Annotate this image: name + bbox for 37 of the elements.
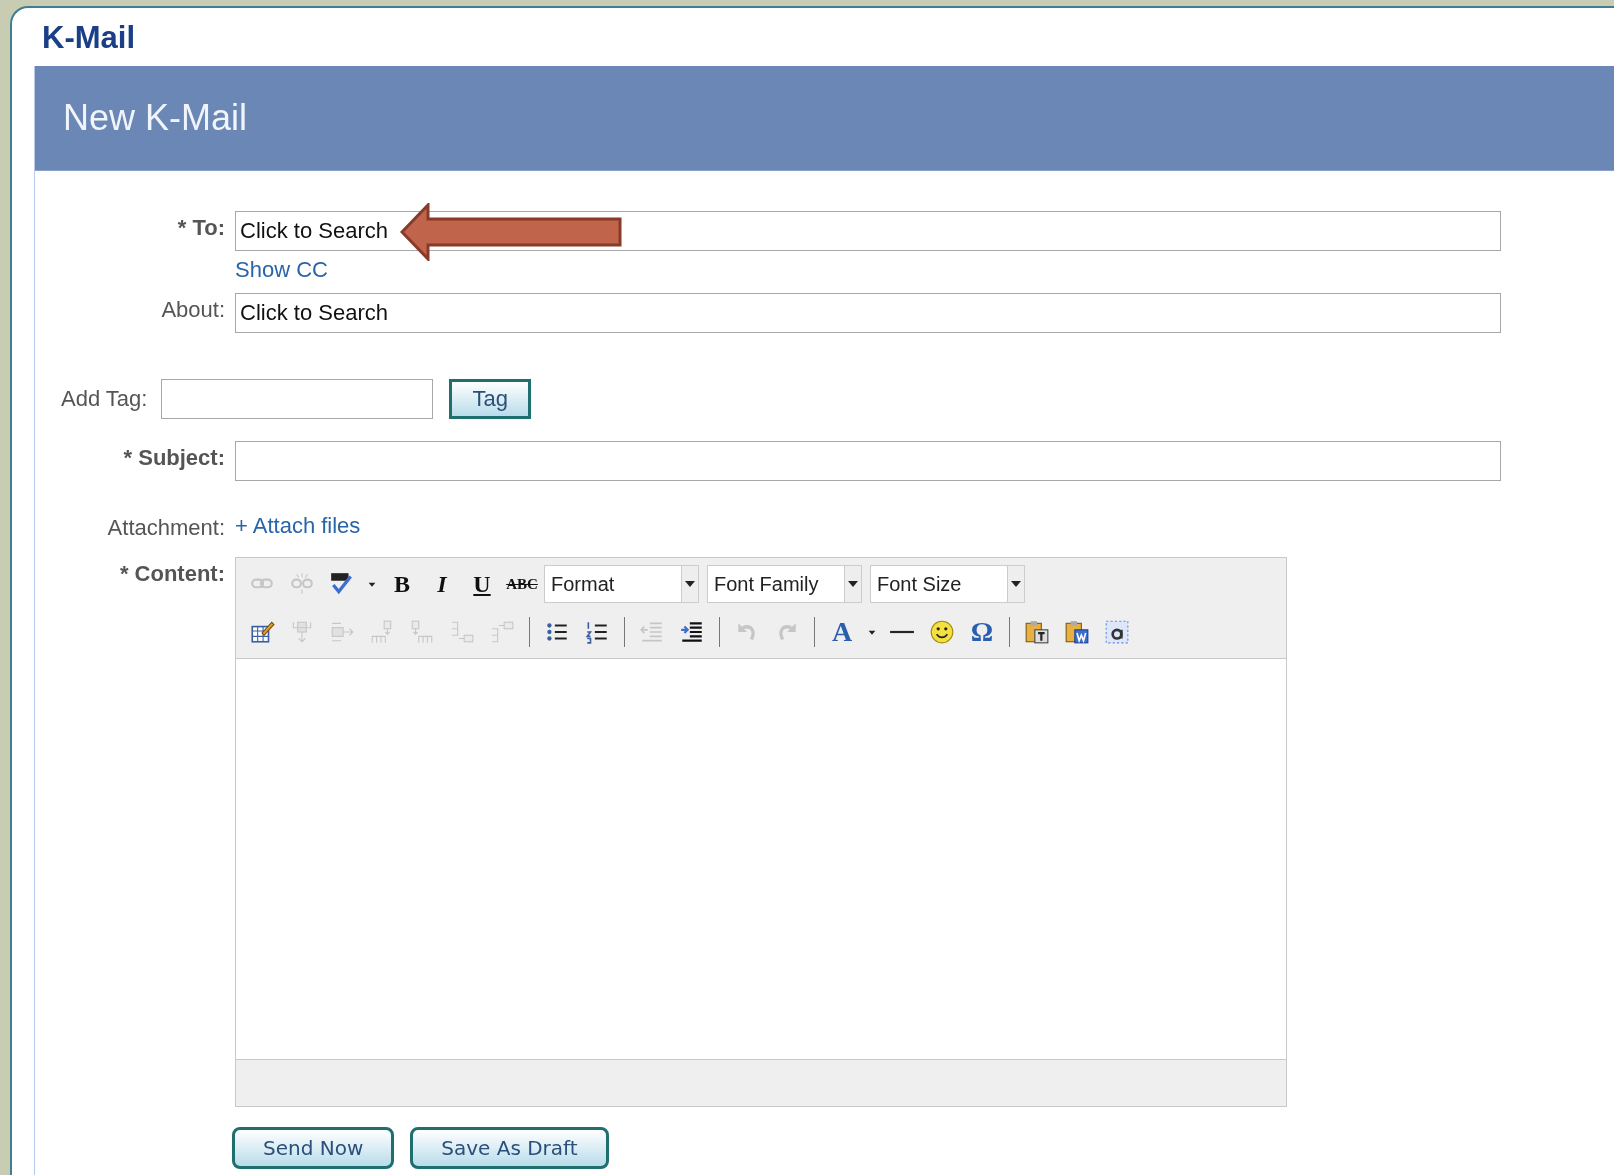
paste-text-icon[interactable] bbox=[1024, 619, 1050, 645]
about-field[interactable]: Click to Search bbox=[235, 293, 1501, 333]
caret-icon[interactable] bbox=[848, 580, 858, 588]
strikethrough-button[interactable]: ABC bbox=[504, 566, 540, 602]
app-title: K-Mail bbox=[41, 19, 136, 57]
numbered-list-icon[interactable] bbox=[584, 619, 610, 645]
rich-text-editor[interactable]: B I U ABC Format Font Family Font Size A Ω bbox=[235, 557, 1287, 1107]
field-label: Add Tag: bbox=[61, 386, 148, 412]
dropdown[interactable]: Font Family bbox=[707, 565, 862, 603]
field-label: * Subject: bbox=[122, 444, 226, 471]
paste-word-icon[interactable] bbox=[1064, 619, 1090, 645]
bold-button[interactable]: B bbox=[384, 566, 420, 602]
field-label: About: bbox=[160, 296, 226, 323]
select-all-icon[interactable] bbox=[1104, 619, 1130, 645]
italic-button[interactable]: I bbox=[424, 566, 460, 602]
field-label: * Content: bbox=[118, 560, 226, 587]
field-label: Attachment: bbox=[106, 514, 226, 541]
dropdown[interactable]: Font Size bbox=[870, 565, 1025, 603]
tag-button[interactable]: Tag bbox=[449, 379, 531, 419]
form-button[interactable]: Save As Draft bbox=[410, 1127, 609, 1169]
indent-icon[interactable] bbox=[679, 619, 705, 645]
underline-button[interactable]: U bbox=[464, 566, 500, 602]
special-character-button[interactable]: Ω bbox=[964, 614, 1000, 650]
subject-field[interactable] bbox=[235, 441, 1501, 481]
form-button[interactable]: Send Now bbox=[232, 1127, 395, 1169]
table-edit-icon[interactable] bbox=[249, 619, 275, 645]
tag-field[interactable] bbox=[161, 379, 434, 419]
caret-icon[interactable] bbox=[685, 580, 695, 588]
attach-files-link[interactable]: + Attach files bbox=[235, 511, 361, 539]
show-cc-link[interactable]: Show CC bbox=[235, 257, 328, 282]
dropdown[interactable]: Format bbox=[544, 565, 699, 603]
spellcheck-icon[interactable] bbox=[329, 571, 355, 597]
field-label: * To: bbox=[176, 214, 226, 241]
smiley-icon[interactable] bbox=[929, 619, 955, 645]
text-color-button[interactable]: A bbox=[824, 614, 860, 650]
page-title: New K-Mail bbox=[63, 97, 248, 139]
caret-icon[interactable] bbox=[1011, 580, 1021, 588]
